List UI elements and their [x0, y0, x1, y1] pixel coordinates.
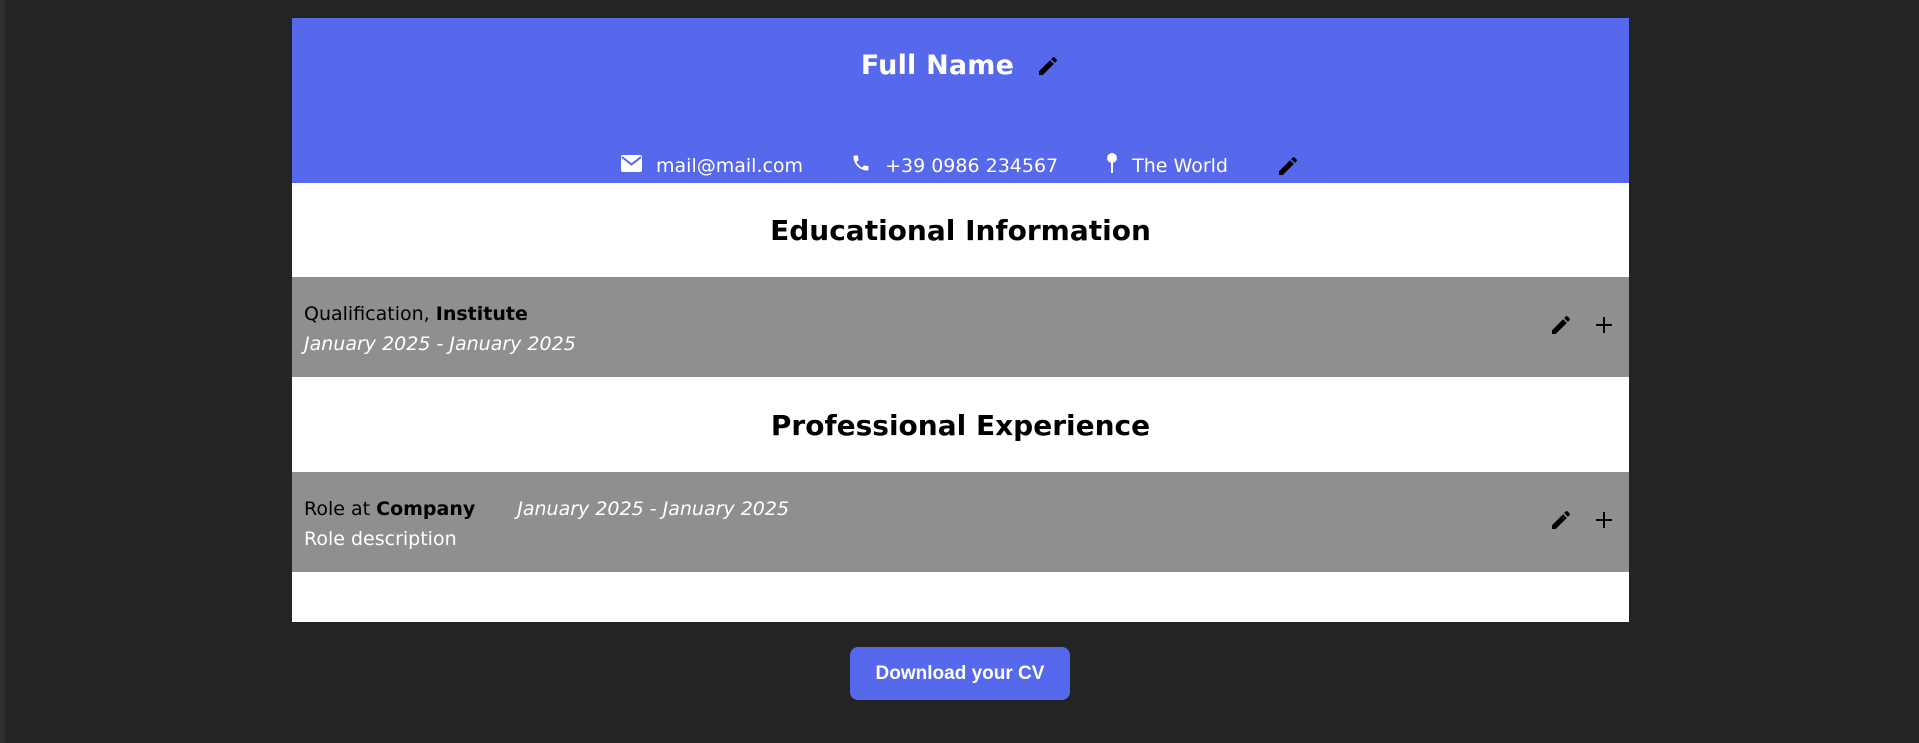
- phone-text: +39 0986 234567: [885, 154, 1059, 177]
- download-cv-button[interactable]: Download your CV: [850, 647, 1070, 700]
- name-row: Full Name: [292, 50, 1629, 81]
- company-text: Company: [376, 498, 476, 520]
- email-text: mail@mail.com: [656, 154, 804, 177]
- education-entry-actions: [1549, 313, 1615, 337]
- education-entry-text: Qualification, Institute January 2025 - …: [304, 299, 576, 359]
- experience-entry-text: Role at Company January 2025 - January 2…: [304, 494, 789, 554]
- contact-phone: +39 0986 234567: [851, 153, 1058, 178]
- window-edge: [0, 0, 5, 743]
- edit-education-icon[interactable]: [1549, 313, 1573, 337]
- institute-text: Institute: [435, 303, 528, 325]
- experience-entry: Role at Company January 2025 - January 2…: [292, 472, 1629, 572]
- role-description: Role description: [304, 528, 457, 550]
- envelope-icon: [621, 154, 643, 177]
- education-section-title: Educational Information: [770, 214, 1151, 247]
- education-entry: Qualification, Institute January 2025 - …: [292, 277, 1629, 377]
- experience-section-title: Professional Experience: [770, 409, 1151, 442]
- experience-dates: January 2025 - January 2025: [517, 498, 790, 520]
- contact-location: The World: [1106, 152, 1228, 179]
- education-dates: January 2025 - January 2025: [304, 333, 576, 355]
- contact-row: mail@mail.com +39 0986 234567 The World: [292, 152, 1629, 179]
- cv-preview: Full Name mail@mail.com +39 0986 234567: [292, 18, 1629, 622]
- role-text: Role at: [304, 498, 371, 520]
- full-name: Full Name: [860, 50, 1015, 81]
- cv-header: Full Name mail@mail.com +39 0986 234567: [292, 18, 1629, 183]
- experience-entry-actions: [1549, 508, 1615, 532]
- add-experience-icon[interactable]: [1593, 509, 1615, 531]
- add-education-icon[interactable]: [1593, 314, 1615, 336]
- edit-contact-icon[interactable]: [1276, 154, 1300, 178]
- qualification-text: Qualification,: [304, 303, 430, 325]
- edit-name-icon[interactable]: [1036, 54, 1060, 78]
- location-text: The World: [1132, 154, 1228, 177]
- contact-email: mail@mail.com: [621, 154, 804, 177]
- pin-icon: [1106, 152, 1118, 179]
- edit-experience-icon[interactable]: [1549, 508, 1573, 532]
- phone-icon: [851, 153, 871, 178]
